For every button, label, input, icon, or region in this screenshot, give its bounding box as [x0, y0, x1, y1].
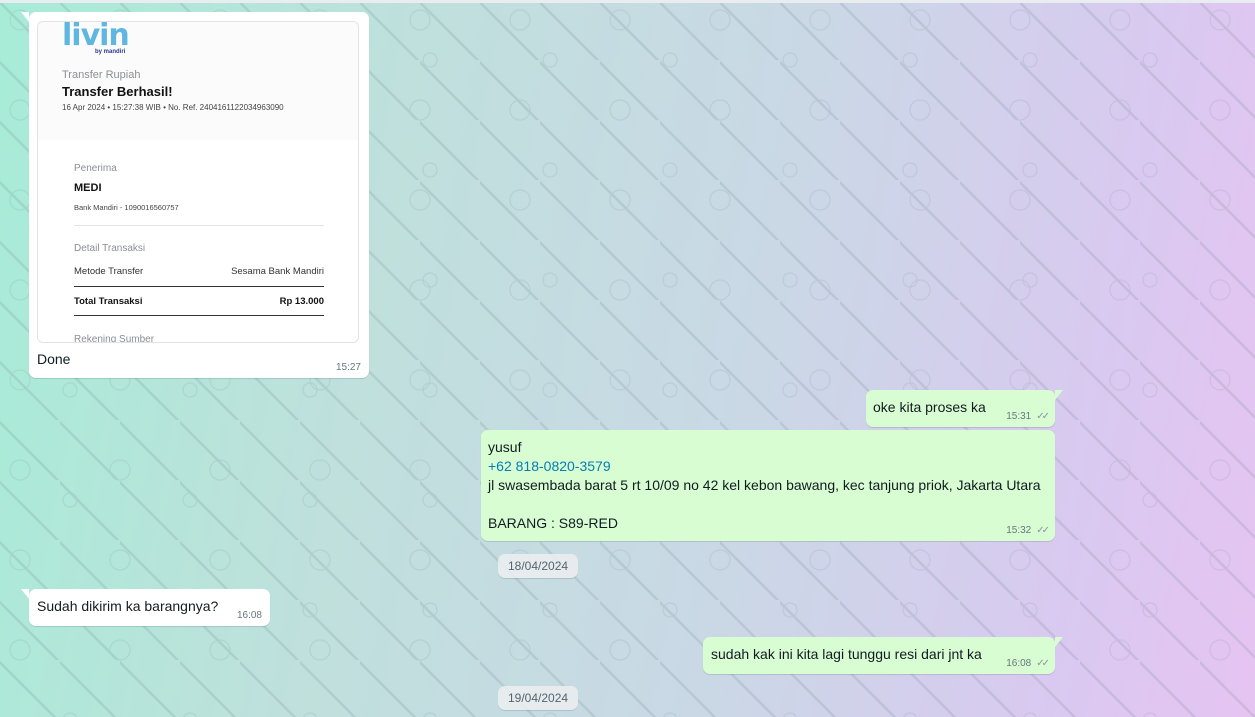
message-time: 15:31 ✓✓	[1006, 411, 1050, 422]
item-text: BARANG : S89-RED	[488, 515, 618, 531]
transfer-receipt-image[interactable]: livin by mandiri Transfer Rupiah Transfe…	[37, 21, 359, 343]
date-separator: 18/04/2024	[498, 554, 579, 578]
total-row: Total Transaksi Rp 13.000	[74, 296, 324, 307]
recipient-label: Penerima	[74, 163, 117, 174]
logo-subtitle: by mandiri	[95, 49, 126, 55]
receipt-title: Transfer Berhasil!	[62, 84, 173, 99]
receipt-kind: Transfer Rupiah	[62, 69, 141, 81]
message-time: 16:08	[236, 610, 262, 621]
receipt-divider	[74, 225, 324, 226]
incoming-image-message[interactable]: livin by mandiri Transfer Rupiah Transfe…	[21, 12, 369, 378]
message-text: Sudah dikirim ka barangnya?	[37, 598, 219, 614]
outgoing-message[interactable]: oke kita proses ka 15:31 ✓✓	[866, 390, 1063, 427]
incoming-message[interactable]: Sudah dikirim ka barangnya? 16:08	[21, 589, 270, 626]
message-text: oke kita proses ka	[873, 399, 986, 415]
method-label: Metode Transfer	[74, 266, 144, 277]
source-label: Rekening Sumber	[74, 334, 155, 343]
detail-label: Detail Transaksi	[74, 243, 146, 254]
message-body: yusuf +62 818-0820-3579 jl swasembada ba…	[488, 438, 1041, 533]
message-text: Done	[37, 351, 71, 367]
total-value: Rp 13.000	[279, 296, 324, 307]
method-row: Metode Transfer Sesama Bank Mandiri	[74, 266, 324, 277]
message-time: 15:27	[335, 362, 361, 373]
message-time: 16:08 ✓✓	[1006, 658, 1050, 669]
header-divider	[0, 0, 1255, 3]
method-value: Sesama Bank Mandiri	[231, 266, 324, 277]
date-separator: 19/04/2024	[498, 686, 579, 710]
total-label: Total Transaksi	[74, 296, 143, 307]
recipient-account: Bank Mandiri - 1090016560757	[74, 203, 179, 212]
outgoing-message[interactable]: yusuf +62 818-0820-3579 jl swasembada ba…	[481, 430, 1055, 541]
contact-name: yusuf	[488, 439, 522, 455]
receipt-divider	[74, 315, 324, 316]
double-check-icon: ✓✓	[1036, 525, 1050, 536]
message-time: 15:32 ✓✓	[1006, 525, 1050, 536]
message-text: sudah kak ini kita lagi tunggu resi dari…	[711, 646, 982, 662]
double-check-icon: ✓✓	[1036, 658, 1050, 669]
phone-link[interactable]: +62 818-0820-3579	[488, 457, 1041, 476]
recipient-name: MEDI	[74, 182, 102, 194]
double-check-icon: ✓✓	[1036, 411, 1050, 422]
receipt-meta: 16 Apr 2024 • 15:27:38 WIB • No. Ref. 24…	[62, 103, 284, 112]
receipt-divider	[74, 286, 324, 287]
outgoing-message[interactable]: sudah kak ini kita lagi tunggu resi dari…	[703, 637, 1063, 674]
address-text: jl swasembada barat 5 rt 10/09 no 42 kel…	[488, 477, 1041, 493]
